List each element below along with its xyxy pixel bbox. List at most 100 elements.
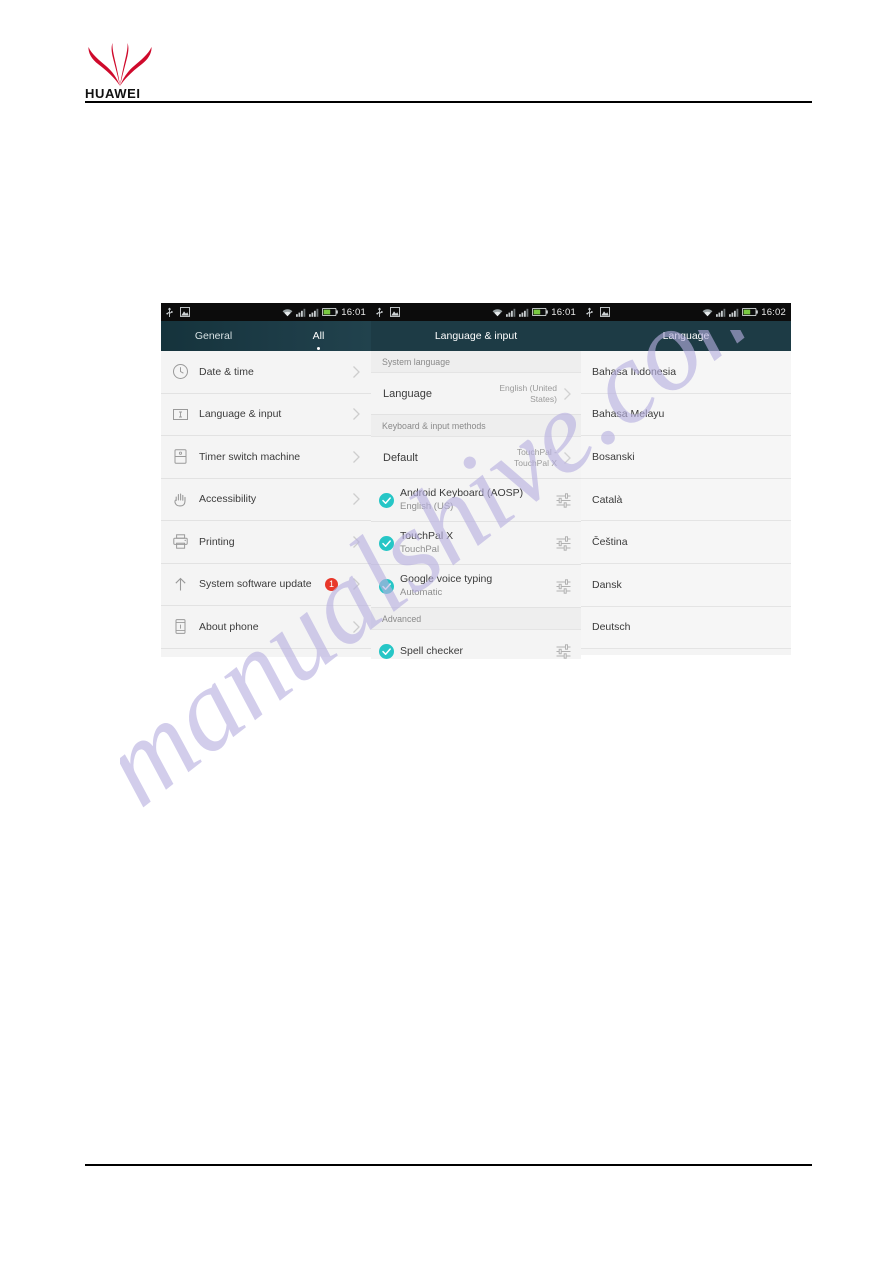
ime-title: Spell checker xyxy=(400,644,464,657)
signal-1-icon xyxy=(296,308,306,317)
ime-title: TouchPal X xyxy=(400,530,454,542)
section-label: Advanced xyxy=(382,613,422,624)
tab-general-label: General xyxy=(194,330,233,342)
status-bar: 16:01 xyxy=(161,303,371,321)
settings-sliders-icon[interactable] xyxy=(555,643,572,660)
list-item[interactable]: Català xyxy=(581,478,791,522)
wifi-icon xyxy=(282,308,293,316)
settings-item-label: Timer switch machine xyxy=(199,450,301,463)
setting-row-label: Language xyxy=(383,387,432,400)
list-item[interactable]: Bahasa Melayu xyxy=(581,393,791,437)
status-bar: 16:02 xyxy=(581,303,791,321)
ime-subtitle: TouchPal xyxy=(400,544,440,555)
chevron-right-icon xyxy=(353,493,360,506)
list-item[interactable]: Deutsch xyxy=(581,606,791,650)
keyboard-input-icon xyxy=(173,408,188,420)
screenshot-strip: 16:01 General All Date & time Language &… xyxy=(161,303,792,659)
setting-row-language[interactable]: Language English (United States) xyxy=(371,373,581,415)
settings-sliders-icon[interactable] xyxy=(555,492,572,509)
section-header-advanced: Advanced xyxy=(371,608,581,630)
settings-item-printing[interactable]: Printing xyxy=(161,521,371,564)
phone-screenshot-language-input: 16:01 Language & input System language L… xyxy=(371,303,581,659)
ime-row-spell-checker[interactable]: Spell checker xyxy=(371,630,581,659)
settings-list: Date & time Language & input Timer switc… xyxy=(161,351,371,649)
huawei-wordmark: HUAWEI xyxy=(85,86,141,101)
language-label: Čeština xyxy=(592,536,628,549)
settings-item-about-phone[interactable]: About phone xyxy=(161,606,371,649)
language-options-list: Bahasa Indonesia Bahasa Melayu Bosanski … xyxy=(581,351,791,650)
ime-row-android-keyboard[interactable]: Android Keyboard (AOSP) English (US) xyxy=(371,479,581,522)
settings-sliders-icon[interactable] xyxy=(555,535,572,552)
status-badge: 1 xyxy=(325,577,338,591)
signal-2-icon xyxy=(519,308,529,317)
wifi-icon xyxy=(492,308,503,316)
signal-2-icon xyxy=(309,308,319,317)
screenshot-icon xyxy=(180,307,190,317)
language-label: Bahasa Indonesia xyxy=(592,365,677,378)
language-label: Deutsch xyxy=(592,621,631,634)
checkmark-icon[interactable] xyxy=(379,643,394,659)
checkmark-icon[interactable] xyxy=(379,578,394,594)
settings-item-label: About phone xyxy=(199,620,259,633)
printer-icon xyxy=(173,534,188,549)
clock-icon xyxy=(173,364,188,380)
list-item[interactable]: Bosanski xyxy=(581,436,791,479)
settings-item-label: Language & input xyxy=(199,408,282,421)
usb-icon xyxy=(586,307,593,317)
language-input-list: System language Language English (United… xyxy=(371,351,581,659)
list-item[interactable]: Bahasa Indonesia xyxy=(581,351,791,394)
wifi-icon xyxy=(702,308,713,316)
tab-bar: General All xyxy=(161,321,371,351)
status-bar-time: 16:01 xyxy=(551,306,576,318)
settings-item-label: Date & time xyxy=(199,365,254,378)
tab-all[interactable]: All xyxy=(266,321,371,351)
checkmark-icon[interactable] xyxy=(379,492,394,508)
ime-subtitle: Automatic xyxy=(400,587,443,598)
ime-row-touchpal-x[interactable]: TouchPal X TouchPal xyxy=(371,522,581,565)
battery-icon xyxy=(322,308,339,316)
page-title: Language xyxy=(662,330,710,342)
signal-1-icon xyxy=(506,308,516,317)
settings-sliders-icon[interactable] xyxy=(555,578,572,595)
section-label: Keyboard & input methods xyxy=(382,420,486,431)
phone-screenshot-language-list: 16:02 Language Bahasa Indonesia Bahasa M… xyxy=(581,303,791,655)
setting-row-label: Default xyxy=(383,451,418,464)
settings-item-accessibility[interactable]: Accessibility xyxy=(161,478,371,521)
usb-icon xyxy=(376,307,383,317)
chevron-right-icon xyxy=(353,408,360,421)
settings-item-language-input[interactable]: Language & input xyxy=(161,393,371,436)
language-label: Català xyxy=(592,493,623,506)
list-item[interactable]: Dansk xyxy=(581,563,791,607)
document-header: HUAWEI xyxy=(85,42,812,104)
setting-row-value: English (United States) xyxy=(499,382,557,404)
usb-icon xyxy=(166,307,173,317)
settings-item-timer-switch-machine[interactable]: Timer switch machine xyxy=(161,436,371,479)
checkmark-icon[interactable] xyxy=(379,535,394,551)
phone-screenshot-settings-all: 16:01 General All Date & time Language &… xyxy=(161,303,371,657)
ime-row-google-voice-typing[interactable]: Google voice typing Automatic xyxy=(371,565,581,608)
ime-subtitle: English (US) xyxy=(400,501,454,512)
section-label: System language xyxy=(382,356,450,367)
language-label: Dansk xyxy=(592,578,622,591)
language-label: Bosanski xyxy=(592,450,635,463)
chevron-right-icon xyxy=(564,387,571,400)
hand-icon xyxy=(174,493,186,507)
ime-title: Android Keyboard (AOSP) xyxy=(400,487,524,499)
screenshot-icon xyxy=(600,307,610,317)
settings-item-system-software-update[interactable]: System software update 1 xyxy=(161,563,371,606)
chevron-right-icon xyxy=(353,535,360,548)
tab-general[interactable]: General xyxy=(161,321,266,351)
chevron-right-icon xyxy=(353,620,360,633)
battery-icon xyxy=(532,308,549,316)
setting-row-default-keyboard[interactable]: Default TouchPal - TouchPal X xyxy=(371,437,581,479)
ime-title: Google voice typing xyxy=(400,573,493,585)
list-item[interactable]: Čeština xyxy=(581,521,791,564)
chevron-right-icon xyxy=(353,578,360,591)
screenshot-icon xyxy=(390,307,400,317)
up-arrow-icon xyxy=(175,577,186,591)
phone-info-icon xyxy=(175,619,186,635)
chevron-right-icon xyxy=(353,365,360,378)
settings-item-date-time[interactable]: Date & time xyxy=(161,351,371,394)
signal-1-icon xyxy=(716,308,726,317)
settings-item-label: Accessibility xyxy=(199,493,257,506)
